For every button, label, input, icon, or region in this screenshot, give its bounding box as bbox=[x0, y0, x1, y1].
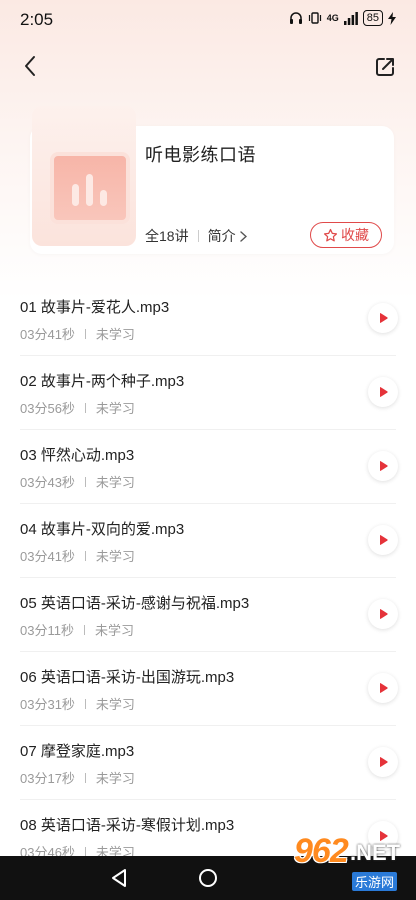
play-button[interactable] bbox=[368, 377, 398, 407]
track-status: 未学习 bbox=[95, 771, 135, 786]
lesson-count: 全18讲 bbox=[145, 228, 189, 244]
system-home-button[interactable] bbox=[194, 864, 222, 892]
headphones-icon bbox=[289, 12, 302, 24]
track-meta: 03分41秒 未学习 bbox=[20, 546, 135, 565]
share-button[interactable] bbox=[372, 54, 398, 80]
meta-divider bbox=[197, 230, 199, 242]
play-icon bbox=[380, 609, 388, 619]
vibrate-icon bbox=[308, 12, 321, 24]
watermark-number: 962 bbox=[294, 832, 349, 870]
track-title: 05 英语口语-采访-感谢与祝福.mp3 bbox=[20, 595, 250, 612]
track-title: 06 英语口语-采访-出国游玩.mp3 bbox=[20, 669, 235, 686]
system-back-button[interactable] bbox=[105, 864, 133, 892]
meta-divider bbox=[83, 624, 85, 635]
track-title: 02 故事片-两个种子.mp3 bbox=[20, 373, 185, 390]
play-button[interactable] bbox=[368, 303, 398, 333]
network-type: 4G bbox=[326, 12, 339, 23]
album-title: 听电影练口语 bbox=[145, 145, 256, 165]
chevron-left-icon bbox=[25, 56, 35, 76]
play-icon bbox=[380, 757, 388, 767]
status-icons: 4G 85 bbox=[289, 10, 396, 26]
star-icon bbox=[323, 228, 338, 241]
list-item[interactable]: 06 英语口语-采访-出国游玩.mp3 03分31秒 未学习 bbox=[0, 652, 416, 726]
play-button[interactable] bbox=[368, 599, 398, 629]
play-icon bbox=[380, 683, 388, 693]
list-item[interactable]: 03 怦然心动.mp3 03分43秒 未学习 bbox=[0, 430, 416, 504]
battery-indicator: 85 bbox=[362, 10, 383, 26]
play-icon bbox=[380, 387, 388, 397]
meta-divider bbox=[84, 402, 86, 413]
watermark-domain: .NET bbox=[350, 840, 401, 865]
site-watermark: 962 .NET 乐游网 bbox=[294, 832, 406, 894]
list-item[interactable]: 04 故事片-双向的爱.mp3 03分41秒 未学习 bbox=[0, 504, 416, 578]
list-item[interactable]: 02 故事片-两个种子.mp3 03分56秒 未学习 bbox=[0, 356, 416, 430]
meta-divider bbox=[84, 698, 86, 709]
play-button[interactable] bbox=[368, 525, 398, 555]
meta-divider bbox=[84, 476, 86, 487]
track-duration: 03分17秒 bbox=[20, 771, 75, 786]
list-item[interactable]: 07 摩登家庭.mp3 03分17秒 未学习 bbox=[0, 726, 416, 800]
track-duration: 03分41秒 bbox=[20, 327, 75, 342]
track-status: 未学习 bbox=[95, 401, 135, 416]
track-meta: 03分11秒 未学习 bbox=[20, 620, 134, 639]
track-status: 未学习 bbox=[95, 475, 135, 490]
track-status: 未学习 bbox=[95, 327, 135, 342]
track-duration: 03分43秒 bbox=[20, 475, 75, 490]
charging-icon bbox=[388, 11, 396, 25]
track-status: 未学习 bbox=[95, 697, 135, 712]
track-list: 01 故事片-爱花人.mp3 03分41秒 未学习 02 故事片-两个种子.mp3 03… bbox=[0, 282, 416, 874]
track-duration: 03分41秒 bbox=[20, 549, 75, 564]
album-cover bbox=[32, 106, 136, 246]
intro-label: 简介 bbox=[207, 228, 236, 244]
play-button[interactable] bbox=[368, 747, 398, 777]
track-title: 07 摩登家庭.mp3 bbox=[20, 743, 135, 760]
track-title: 08 英语口语-采访-寒假计划.mp3 bbox=[20, 817, 235, 834]
circle-home-icon bbox=[199, 869, 217, 887]
track-duration: 03分56秒 bbox=[20, 401, 75, 416]
play-icon bbox=[380, 461, 388, 471]
play-button[interactable] bbox=[368, 451, 398, 481]
track-title: 03 怦然心动.mp3 bbox=[20, 447, 135, 464]
chevron-right-icon bbox=[239, 230, 247, 242]
track-meta: 03分41秒 未学习 bbox=[20, 324, 135, 343]
share-icon bbox=[376, 58, 394, 76]
signal-icon bbox=[343, 11, 358, 25]
track-meta: 03分56秒 未学习 bbox=[20, 398, 135, 417]
play-icon bbox=[380, 535, 388, 545]
track-meta: 03分31秒 未学习 bbox=[20, 694, 135, 713]
album-meta: 全18讲 简介 bbox=[145, 226, 247, 246]
watermark-caption: 乐游网 bbox=[352, 872, 398, 891]
track-duration: 03分11秒 bbox=[20, 623, 74, 638]
status-time: 2:05 bbox=[20, 10, 54, 29]
track-status: 未学习 bbox=[95, 549, 135, 564]
track-title: 04 故事片-双向的爱.mp3 bbox=[20, 521, 185, 538]
track-duration: 03分31秒 bbox=[20, 697, 75, 712]
track-meta: 03分43秒 未学习 bbox=[20, 472, 135, 491]
triangle-back-icon bbox=[112, 869, 126, 887]
favorite-button[interactable]: 收藏 bbox=[310, 222, 382, 248]
meta-divider bbox=[84, 772, 86, 783]
track-status: 未学习 bbox=[94, 623, 134, 638]
status-bar: 2:05 4G 85 bbox=[0, 0, 416, 40]
back-button[interactable] bbox=[16, 52, 44, 80]
play-icon bbox=[380, 313, 388, 323]
favorite-label: 收藏 bbox=[341, 227, 369, 243]
track-title: 01 故事片-爱花人.mp3 bbox=[20, 299, 170, 316]
meta-divider bbox=[84, 328, 86, 339]
cover-audio-graphic bbox=[50, 152, 130, 224]
track-meta: 03分17秒 未学习 bbox=[20, 768, 135, 787]
intro-link[interactable]: 简介 bbox=[208, 226, 247, 246]
list-item[interactable]: 01 故事片-爱花人.mp3 03分41秒 未学习 bbox=[0, 282, 416, 356]
list-item[interactable]: 05 英语口语-采访-感谢与祝福.mp3 03分11秒 未学习 bbox=[0, 578, 416, 652]
meta-divider bbox=[84, 846, 86, 857]
play-button[interactable] bbox=[368, 673, 398, 703]
meta-divider bbox=[84, 550, 86, 561]
